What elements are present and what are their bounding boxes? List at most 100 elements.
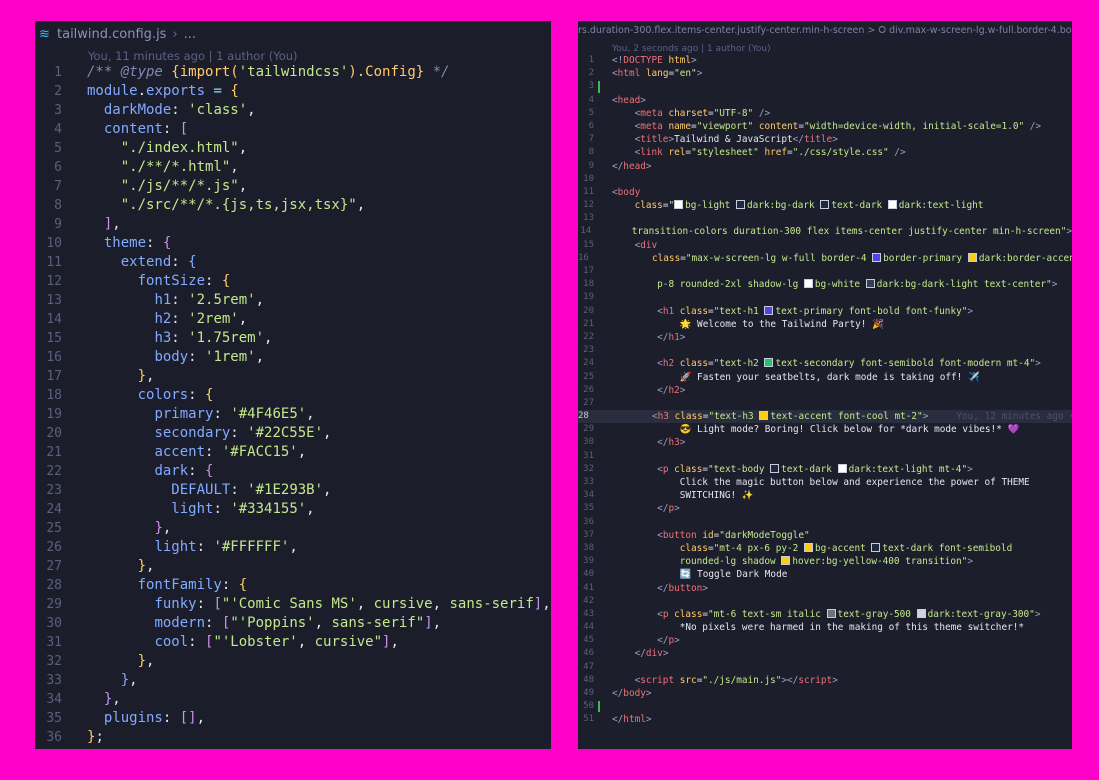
code-line[interactable]: 33 }, (35, 671, 551, 690)
code-line[interactable]: 32 }, (35, 652, 551, 671)
code-line[interactable]: 6 <meta name="viewport" content="width=d… (578, 120, 1072, 133)
code-line[interactable]: 14 transition-colors duration-300 flex i… (578, 225, 1072, 238)
code-line[interactable]: 16 class="max-w-screen-lg w-full border-… (578, 252, 1072, 265)
color-swatch-icon[interactable] (865, 279, 875, 289)
code-line[interactable]: 12 fontSize: { (35, 272, 551, 291)
code-area[interactable]: 1 /** @type {import('tailwindcss').Config… (35, 63, 551, 747)
code-line[interactable]: 6 "./**/*.html", (35, 158, 551, 177)
code-line[interactable]: 51 </html> (578, 713, 1072, 726)
code-line[interactable]: 30 </h3> (578, 436, 1072, 449)
code-line[interactable]: 12 class=" bg-light dark:bg-dark text-dar… (578, 199, 1072, 212)
code-line[interactable]: 17 }, (35, 367, 551, 386)
color-swatch-icon[interactable] (803, 542, 813, 552)
color-swatch-icon[interactable] (781, 556, 791, 566)
code-line[interactable]: 2 module.exports = { (35, 82, 551, 101)
code-line[interactable]: 24 <h2 class="text-h2 text-secondary fon… (578, 357, 1072, 370)
code-line[interactable]: 41 </button> (578, 582, 1072, 595)
color-swatch-icon[interactable] (967, 252, 977, 262)
code-area[interactable]: 1 <!DOCTYPE html> 2 <html lang="en"> 3 4 <head… (578, 54, 1072, 727)
blame-annotation[interactable]: You, 11 minutes ago | 1 author (You) (88, 49, 298, 63)
code-line[interactable]: 10 (578, 173, 1072, 186)
code-line[interactable]: 34 }, (35, 690, 551, 709)
code-line[interactable]: 32 <p class="text-body text-dark dark:te… (578, 463, 1072, 476)
code-line[interactable]: 38 class="mt-4 px-6 py-2 bg-accent text-… (578, 542, 1072, 555)
code-line[interactable]: 19 primary: '#4F46E5', (35, 405, 551, 424)
code-line[interactable]: 31 cool: ["'Lobster', cursive"], (35, 633, 551, 652)
code-line[interactable]: 11 <body (578, 186, 1072, 199)
color-swatch-icon[interactable] (803, 279, 813, 289)
code-line[interactable]: 8 <link rel="stylesheet" href="./css/sty… (578, 146, 1072, 159)
color-swatch-icon[interactable] (759, 411, 769, 421)
code-line[interactable]: 31 (578, 450, 1072, 463)
code-line[interactable]: 35 plugins: [], (35, 709, 551, 728)
color-swatch-icon[interactable] (887, 200, 897, 210)
code-line[interactable]: 23 DEFAULT: '#1E293B', (35, 481, 551, 500)
code-line[interactable]: 14 h2: '2rem', (35, 310, 551, 329)
color-swatch-icon[interactable] (837, 463, 847, 473)
color-swatch-icon[interactable] (674, 200, 684, 210)
code-line[interactable]: 11 extend: { (35, 253, 551, 272)
code-line[interactable]: 42 (578, 595, 1072, 608)
code-line[interactable]: 20 <h1 class="text-h1 text-primary font-… (578, 305, 1072, 318)
code-line[interactable]: 1 /** @type {import('tailwindcss').Config… (35, 63, 551, 82)
blame-annotation[interactable]: You, 2 seconds ago | 1 author (You) (612, 44, 771, 54)
code-line[interactable]: 26 light: '#FFFFFF', (35, 538, 551, 557)
code-line[interactable]: 34 SWITCHING! ✨ (578, 489, 1072, 502)
code-line[interactable]: 15 h3: '1.75rem', (35, 329, 551, 348)
code-line[interactable]: 5 "./index.html", (35, 139, 551, 158)
code-line[interactable]: 30 modern: ["'Poppins', sans-serif"], (35, 614, 551, 633)
color-swatch-icon[interactable] (735, 200, 745, 210)
code-line[interactable]: 21 🌟 Welcome to the Tailwind Party! 🎉 (578, 318, 1072, 331)
code-line[interactable]: 39 rounded-lg shadow hover:bg-yellow-400… (578, 555, 1072, 568)
code-line[interactable]: 18 p-8 rounded-2xl shadow-lg bg-white da… (578, 278, 1072, 291)
code-line[interactable]: 36 (578, 516, 1072, 529)
code-line[interactable]: 20 secondary: '#22C55E', (35, 424, 551, 443)
code-line[interactable]: 22 </h1> (578, 331, 1072, 344)
code-line[interactable]: 48 <script src="./js/main.js"></script> (578, 674, 1072, 687)
code-line[interactable]: 16 body: '1rem', (35, 348, 551, 367)
code-line[interactable]: 23 (578, 344, 1072, 357)
color-swatch-icon[interactable] (826, 608, 836, 618)
code-line[interactable]: 9 ], (35, 215, 551, 234)
code-line[interactable]: 1 <!DOCTYPE html> (578, 54, 1072, 67)
code-line[interactable]: 2 <html lang="en"> (578, 67, 1072, 80)
color-swatch-icon[interactable] (820, 200, 830, 210)
code-line[interactable]: 44 *No pixels were harmed in the making … (578, 621, 1072, 634)
code-line[interactable]: 8 "./src/**/*.{js,ts,jsx,tsx}", (35, 196, 551, 215)
breadcrumb-ellipsis[interactable]: ... (184, 27, 196, 42)
code-line[interactable]: 18 colors: { (35, 386, 551, 405)
color-swatch-icon[interactable] (764, 358, 774, 368)
code-line[interactable]: 7 "./js/**/*.js", (35, 177, 551, 196)
code-line[interactable]: 17 (578, 265, 1072, 278)
code-line[interactable]: 5 <meta charset="UTF-8" /> (578, 107, 1072, 120)
code-line[interactable]: 49 </body> (578, 687, 1072, 700)
code-line[interactable]: 25 🚀 Fasten your seatbelts, dark mode is… (578, 371, 1072, 384)
breadcrumb[interactable]: rs.duration-300.flex.items-center.justif… (578, 25, 1072, 41)
code-line[interactable]: 13 (578, 212, 1072, 225)
code-line-current[interactable]: 28 <h3 class="text-h3 text-accent font-c… (578, 410, 1072, 424)
code-line[interactable]: 21 accent: '#FACC15', (35, 443, 551, 462)
code-line[interactable]: 28 fontFamily: { (35, 576, 551, 595)
code-line[interactable]: 29 funky: ["'Comic Sans MS', cursive, sa… (35, 595, 551, 614)
code-line[interactable]: 47 (578, 661, 1072, 674)
code-line[interactable]: 3 darkMode: 'class', (35, 101, 551, 120)
color-swatch-icon[interactable] (916, 608, 926, 618)
code-line[interactable]: 25 }, (35, 519, 551, 538)
color-swatch-icon[interactable] (871, 542, 881, 552)
code-line[interactable]: 29 😎 Light mode? Boring! Click below for… (578, 423, 1072, 436)
code-line[interactable]: 37 <button id="darkModeToggle" (578, 529, 1072, 542)
code-line[interactable]: 50 (578, 700, 1072, 713)
code-line[interactable]: 15 <div (578, 239, 1072, 252)
color-swatch-icon[interactable] (764, 305, 774, 315)
code-line[interactable]: 35 </p> (578, 502, 1072, 515)
code-line[interactable]: 9 </head> (578, 160, 1072, 173)
code-line[interactable]: 27 }, (35, 557, 551, 576)
code-line[interactable]: 3 (578, 80, 1072, 93)
code-line[interactable]: 27 (578, 397, 1072, 410)
code-line[interactable]: 4 content: [ (35, 120, 551, 139)
code-line[interactable]: 22 dark: { (35, 462, 551, 481)
code-line[interactable]: 10 theme: { (35, 234, 551, 253)
file-name[interactable]: tailwind.config.js (57, 27, 166, 42)
code-line[interactable]: 45 </p> (578, 634, 1072, 647)
code-line[interactable]: 46 </div> (578, 647, 1072, 660)
